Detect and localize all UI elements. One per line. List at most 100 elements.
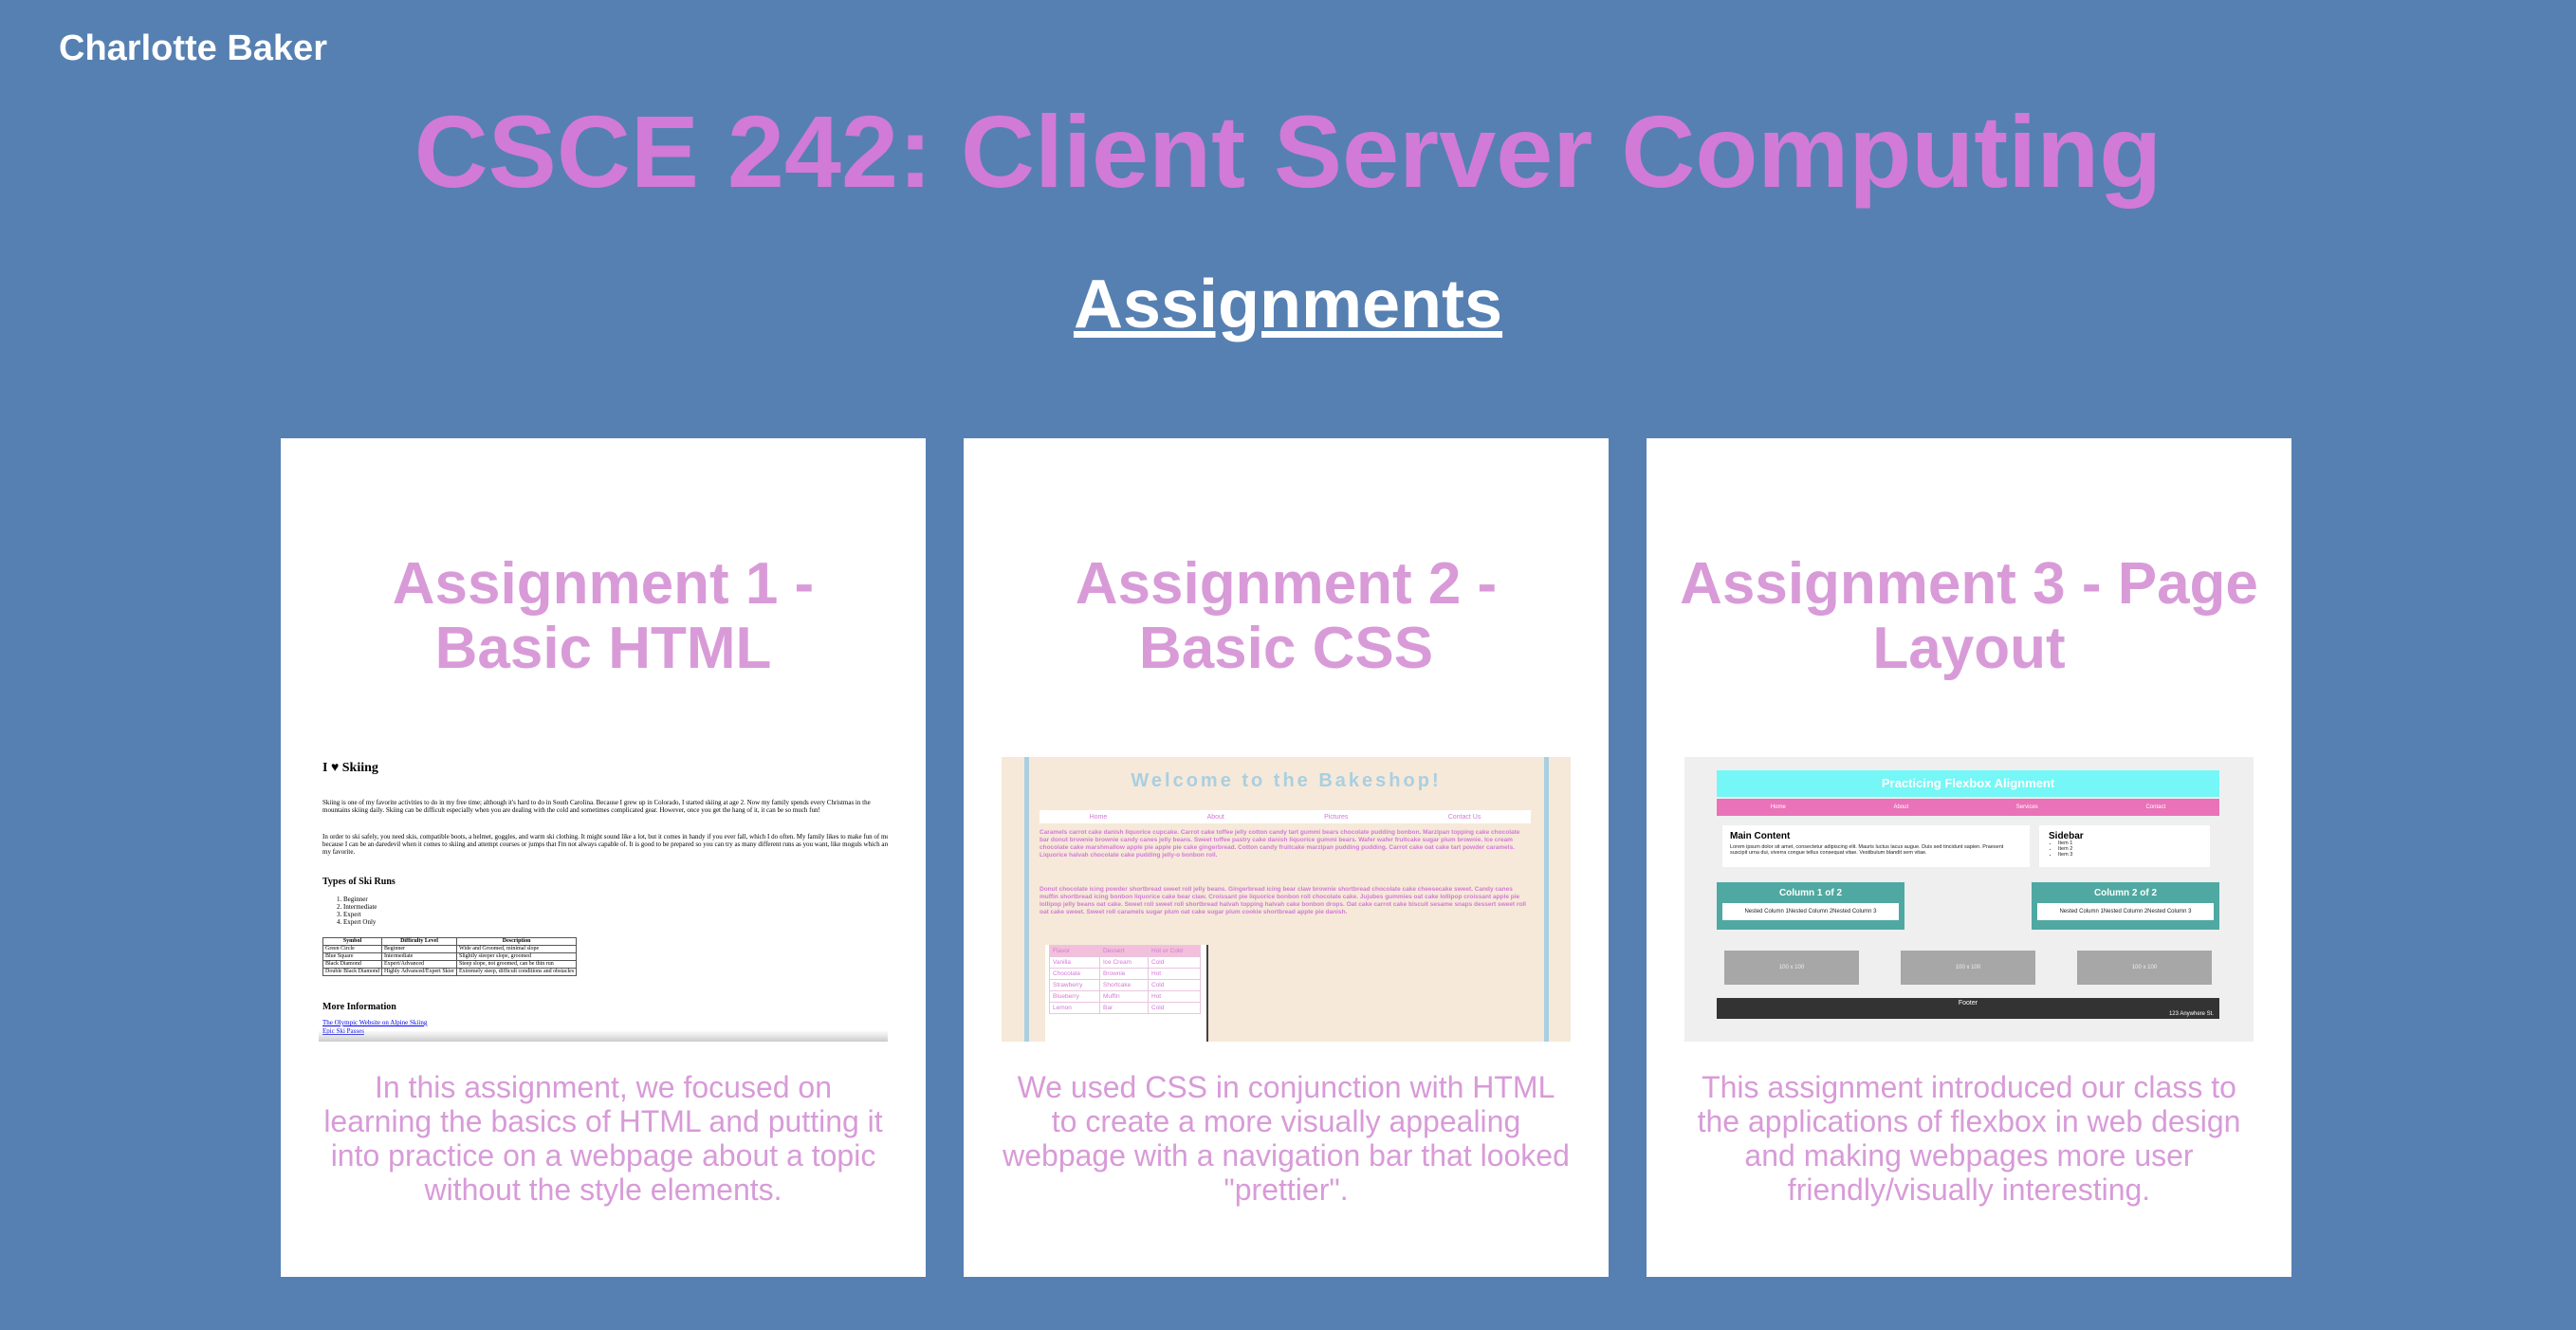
- card-title[interactable]: Assignment 2 - Basic CSS: [992, 552, 1580, 681]
- preview-ski-table: Symbol Difficulty Level Description Gree…: [322, 937, 578, 976]
- preview-paragraph: In order to ski safely, you need skis, c…: [322, 833, 888, 856]
- preview-subheading: Types of Ski Runs: [322, 877, 396, 887]
- nav-item: Pictures: [1324, 813, 1349, 821]
- preview-main-content: Main Content Lorem ipsum dolor sit amet,…: [1722, 825, 2030, 867]
- table-row: Strawberry Shortcake Cold: [1049, 979, 1201, 991]
- nav-item: Contact: [2145, 804, 2166, 810]
- table-cell: Cold: [1148, 956, 1201, 969]
- table-cell: Cold: [1148, 1002, 1201, 1014]
- preview-dessert-table: Flavor Dessert Hot or Cold Vanilla Ice C…: [1045, 945, 1208, 1042]
- table-header: Dessert: [1099, 945, 1149, 957]
- table-row: Black Diamond Expert/Advanced Steep slop…: [322, 960, 578, 969]
- assignment-2-screenshot[interactable]: Welcome to the Bakeshop! Home About Pict…: [1002, 757, 1571, 1042]
- table-cell: Hot: [1148, 968, 1201, 980]
- table-cell: Double Black Diamond: [322, 968, 382, 976]
- nav-item: Home: [1770, 804, 1786, 810]
- table-cell: Hot: [1148, 990, 1201, 1003]
- nav-item: Services: [2015, 804, 2038, 810]
- list-item: Intermediate: [343, 903, 377, 911]
- preview-nav: Home About Pictures Contact Us: [1040, 810, 1531, 823]
- preview-column-1: Column 1 of 2 Nested Column 1Nested Colu…: [1717, 882, 1904, 930]
- section-heading: Assignments: [0, 266, 2576, 343]
- table-row: Vanilla Ice Cream Cold: [1049, 956, 1201, 969]
- nav-item: About: [1893, 804, 1909, 810]
- section-heading-text: Assignments: [1073, 267, 1503, 342]
- table-cell: Beginner: [381, 945, 457, 953]
- table-row: Blueberry Muffin Hot: [1049, 990, 1201, 1003]
- table-cell: Shortcake: [1099, 979, 1149, 991]
- table-cell: Cold: [1148, 979, 1201, 991]
- list-item: Item 3: [2058, 852, 2072, 858]
- card-description: We used CSS in conjunction with HTML to …: [1003, 1070, 1570, 1207]
- preview-sidebar: Sidebar Item 1 Item 2 Item 3: [2039, 825, 2210, 867]
- preview-footer: Footer 123 Anywhere St.: [1717, 998, 2219, 1019]
- preview-box: 100 x 100: [1901, 951, 2035, 985]
- table-header: Hot or Cold: [1148, 945, 1201, 957]
- footer-address: 123 Anywhere St.: [2168, 1011, 2214, 1017]
- nav-item: Home: [1089, 813, 1108, 821]
- list-item: Beginner: [343, 896, 377, 903]
- course-title: CSCE 242: Client Server Computing: [414, 94, 2162, 209]
- assignment-card-2[interactable]: Assignment 2 - Basic CSS Welcome to the …: [964, 438, 1609, 1277]
- preview-heading: Welcome to the Bakeshop!: [1131, 770, 1442, 791]
- preview-border: [1024, 757, 1029, 1042]
- table-header: Symbol: [322, 937, 382, 946]
- table-cell: Steep slope, not groomed, can be thin ru…: [455, 960, 578, 969]
- main-text: Lorem ipsum dolor sit amet, consectetur …: [1730, 844, 2004, 856]
- table-cell: Green Circle: [322, 945, 382, 953]
- assignment-card-1[interactable]: Assignment 1 - Basic HTML I ♥ Skiing Ski…: [281, 438, 926, 1277]
- table-cell: Strawberry: [1049, 979, 1100, 991]
- table-cell: Highly Advanced/Expert Skier: [381, 968, 457, 976]
- sidebar-list: Item 1 Item 2 Item 3: [2049, 840, 2072, 858]
- card-title[interactable]: Assignment 3 - Page Layout: [1675, 552, 2263, 681]
- table-cell: Extremely steep, difficult conditions an…: [455, 968, 578, 976]
- main-heading: Main Content: [1730, 831, 1791, 841]
- table-cell: Vanilla: [1049, 956, 1100, 969]
- table-row: Green Circle Beginner Wide and Groomed, …: [322, 945, 578, 953]
- table-cell: Slightly steeper slope, groomed: [455, 952, 578, 961]
- assignment-1-screenshot[interactable]: I ♥ Skiing Skiing is one of my favorite …: [319, 757, 888, 1042]
- column-heading: Column 1 of 2: [1778, 888, 1843, 898]
- table-cell: Lemon: [1049, 1002, 1100, 1014]
- table-cell: Blueberry: [1049, 990, 1100, 1003]
- table-cell: Black Diamond: [322, 960, 382, 969]
- table-cell: Expert/Advanced: [381, 960, 457, 969]
- card-description: In this assignment, we focused on learni…: [323, 1070, 883, 1207]
- table-cell: Brownie: [1099, 968, 1149, 980]
- nav-item: About: [1206, 813, 1224, 821]
- nav-item: Contact Us: [1447, 813, 1481, 821]
- table-row: Chocolate Brownie Hot: [1049, 968, 1201, 980]
- card-title[interactable]: Assignment 1 - Basic HTML: [309, 552, 897, 681]
- preview-subheading: More Information: [322, 1002, 396, 1012]
- list-item: Expert Only: [343, 918, 377, 926]
- table-header: Description: [455, 937, 578, 946]
- author-name: Charlotte Baker: [59, 28, 327, 68]
- preview-link: The Olympic Website on Alpine Skiing: [322, 1019, 428, 1026]
- table-cell: Ice Cream: [1099, 956, 1149, 969]
- table-header: Flavor: [1049, 945, 1100, 957]
- preview-paragraph: Skiing is one of my favorite activities …: [322, 799, 871, 814]
- preview-column-2: Column 2 of 2 Nested Column 1Nested Colu…: [2032, 882, 2219, 930]
- preview-paragraph: Donut chocolate icing powder shortbread …: [1040, 886, 1526, 915]
- table-row: Blue Square Intermediate Slightly steepe…: [322, 952, 578, 961]
- card-description: This assignment introduced our class to …: [1697, 1070, 2241, 1207]
- preview-box: 100 x 100: [2077, 951, 2212, 985]
- preview-fade: [319, 1030, 888, 1042]
- nested-columns: Nested Column 1Nested Column 2Nested Col…: [2037, 903, 2214, 920]
- footer-label: Footer: [1958, 1000, 1978, 1007]
- preview-banner: Practicing Flexbox Alignment: [1717, 770, 2219, 797]
- table-cell: Chocolate: [1049, 968, 1100, 980]
- table-cell: Blue Square: [322, 952, 382, 961]
- table-header: Difficulty Level: [381, 937, 457, 946]
- assignment-3-screenshot[interactable]: Practicing Flexbox Alignment Home About …: [1684, 757, 2254, 1042]
- table-cell: Wide and Groomed, minimal slope: [455, 945, 578, 953]
- column-heading: Column 2 of 2: [2093, 888, 2158, 898]
- table-row: Lemon Bar Cold: [1049, 1002, 1201, 1014]
- table-cell: Muffin: [1099, 990, 1149, 1003]
- assignment-card-3[interactable]: Assignment 3 - Page Layout Practicing Fl…: [1647, 438, 2291, 1277]
- preview-border: [1544, 757, 1549, 1042]
- table-row: Double Black Diamond Highly Advanced/Exp…: [322, 968, 578, 976]
- preview-box: 100 x 100: [1724, 951, 1859, 985]
- preview-paragraph: Caramels carrot cake danish liquorice cu…: [1040, 829, 1520, 859]
- preview-nav: Home About Services Contact: [1717, 799, 2219, 816]
